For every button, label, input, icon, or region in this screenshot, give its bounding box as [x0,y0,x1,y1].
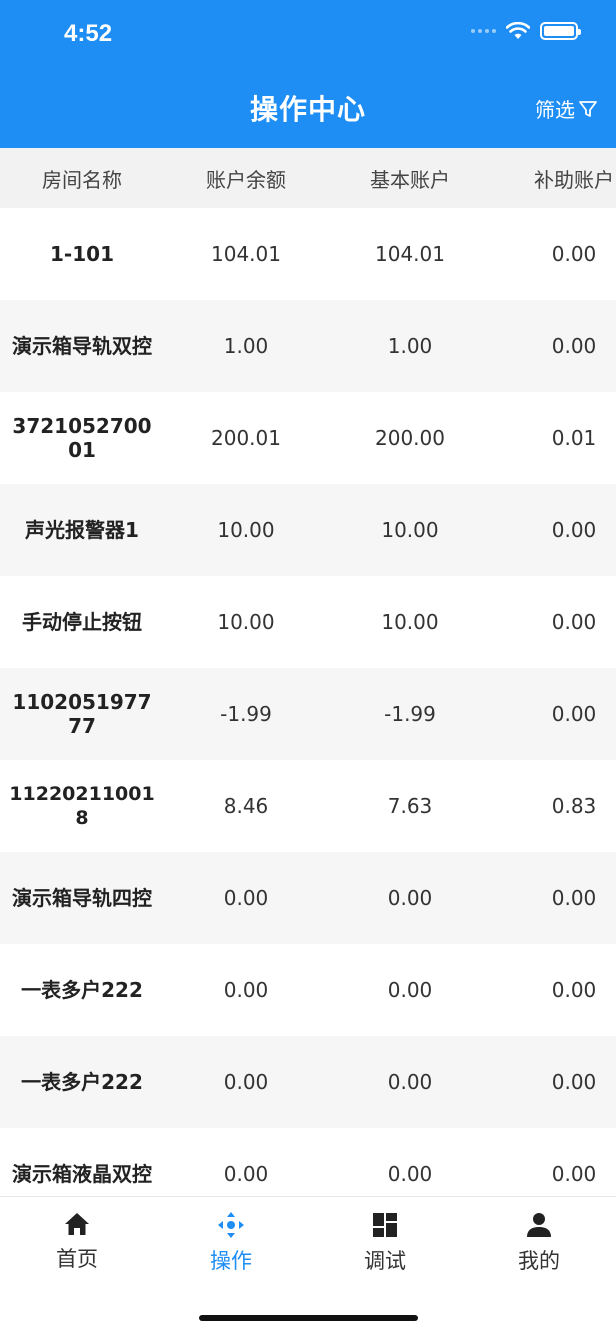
balance-value: 0.00 [223,1070,269,1094]
signal-icon [471,29,496,33]
table-body: 1-101 104.01 104.01 0.00 演示箱导轨双控 1.00 1.… [0,208,616,1196]
room-name: 声光报警器1 [25,518,139,542]
filter-button[interactable]: 筛选 [535,94,598,123]
basic-account-value: -1.99 [384,702,436,726]
tab-home[interactable]: 首页 [0,1211,154,1273]
table-row[interactable]: 112202110018 8.46 7.63 0.83 [0,760,616,852]
subsidy-account-value: 0.00 [551,1162,597,1186]
page-title: 操作中心 [249,93,366,126]
tab-label: 我的 [518,1249,560,1273]
operation-icon [218,1212,244,1238]
subsidy-account-value: 0.00 [551,1070,597,1094]
subsidy-account-value: 0.01 [551,426,597,450]
tab-debug[interactable]: 调试 [308,1211,462,1275]
balance-value: 10.00 [217,610,275,634]
basic-account-value: 200.00 [375,426,445,450]
basic-account-value: 10.00 [381,610,439,634]
balance-value: 0.00 [223,1162,269,1186]
balance-value: 10.00 [217,518,275,542]
subsidy-account-value: 0.00 [551,518,597,542]
balance-value: 1.00 [223,334,269,358]
table-row[interactable]: 手动停止按钮 10.00 10.00 0.00 [0,576,616,668]
subsidy-account-value: 0.00 [551,886,597,910]
room-name: 演示箱导轨四控 [12,886,152,910]
subsidy-account-value: 0.00 [551,610,597,634]
room-name: 演示箱液晶双控 [12,1162,152,1186]
filter-label: 筛选 [535,98,575,122]
tab-mine[interactable]: 我的 [462,1211,616,1275]
subsidy-account-value: 0.00 [551,334,597,358]
table-row[interactable]: 110205197777 -1.99 -1.99 0.00 [0,668,616,760]
dashboard-icon [373,1213,397,1237]
basic-account-value: 7.63 [387,794,433,818]
basic-account-value: 1.00 [387,334,433,358]
home-indicator [199,1315,418,1321]
table-row[interactable]: 演示箱液晶双控 0.00 0.00 0.00 [0,1128,616,1196]
balance-value: -1.99 [220,702,272,726]
basic-account-value: 0.00 [387,978,433,1002]
balance-value: 104.01 [211,242,281,266]
balance-value: 0.00 [223,886,269,910]
status-icons [471,22,581,40]
room-name: 112202110018 [9,783,155,829]
basic-account-value: 104.01 [375,242,445,266]
tab-label: 调试 [364,1249,406,1273]
table-row[interactable]: 372105270001 200.01 200.00 0.01 [0,392,616,484]
basic-account-value: 0.00 [387,1162,433,1186]
balance-value: 200.01 [211,426,281,450]
tab-label: 操作 [210,1249,252,1273]
table-row[interactable]: 演示箱导轨四控 0.00 0.00 0.00 [0,852,616,944]
subsidy-account-value: 0.00 [551,978,597,1002]
basic-account-value: 0.00 [387,886,433,910]
basic-account-value: 0.00 [387,1070,433,1094]
subsidy-account-value: 0.83 [551,794,597,818]
status-time: 4:52 [64,20,113,47]
tab-operation[interactable]: 操作 [154,1211,308,1275]
tab-label: 首页 [56,1247,98,1271]
table-row[interactable]: 1-101 104.01 104.01 0.00 [0,208,616,300]
column-header-room-name: 房间名称 [42,167,122,192]
column-header-balance: 账户余额 [206,167,286,192]
table-row[interactable]: 一表多户222 0.00 0.00 0.00 [0,1036,616,1128]
column-header-basic-account: 基本账户 [370,167,450,192]
room-name: 372105270001 [12,414,152,462]
room-name: 1-101 [50,242,114,266]
wifi-icon [506,22,530,39]
table-row[interactable]: 声光报警器1 10.00 10.00 0.00 [0,484,616,576]
table-header: 房间名称 账户余额 基本账户 补助账户 [0,148,616,208]
room-name: 一表多户222 [21,1070,143,1094]
balance-value: 8.46 [223,794,269,818]
app-header: 4:52 操作中心 筛选 [0,0,616,148]
table-row[interactable]: 演示箱导轨双控 1.00 1.00 0.00 [0,300,616,392]
bottom-tab-bar: 首页 操作 调试 我的 [0,1196,616,1333]
home-icon [65,1213,89,1235]
table-row[interactable]: 一表多户222 0.00 0.00 0.00 [0,944,616,1036]
subsidy-account-value: 0.00 [551,702,597,726]
basic-account-value: 10.00 [381,518,439,542]
room-name: 手动停止按钮 [22,610,142,634]
subsidy-account-value: 0.00 [551,242,597,266]
room-name: 一表多户222 [21,978,143,1002]
room-name: 演示箱导轨双控 [12,334,152,358]
battery-icon [540,22,581,40]
user-icon [527,1213,551,1237]
filter-icon [579,100,597,117]
balance-value: 0.00 [223,978,269,1002]
column-header-subsidy-account: 补助账户 [534,167,614,192]
room-name: 110205197777 [12,690,152,738]
